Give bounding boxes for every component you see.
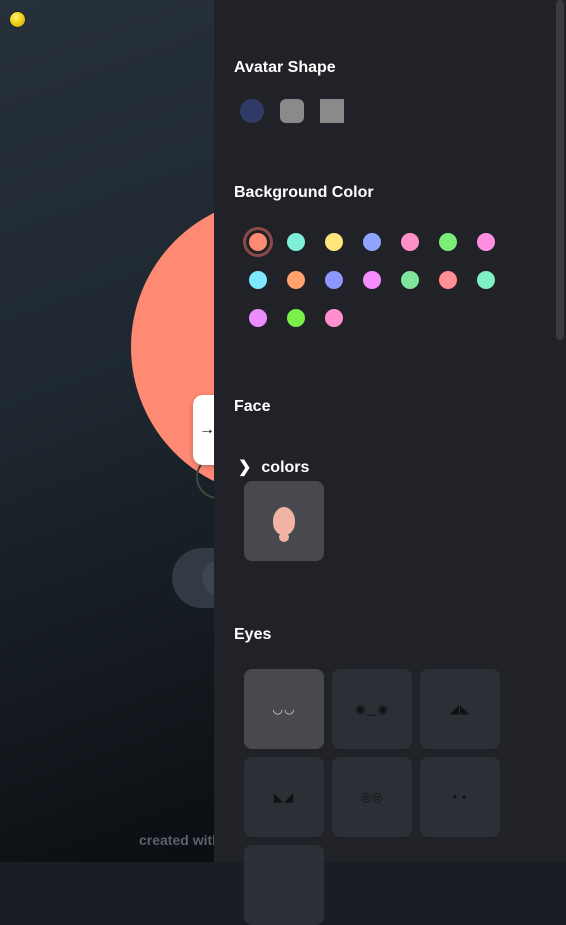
colors-label: colors [261,459,310,476]
color-swatch-11[interactable] [363,271,381,289]
color-swatch-8[interactable] [249,271,267,289]
color-swatch-1[interactable] [249,233,267,251]
eyes-option-tile[interactable]: • • [420,757,500,837]
color-swatch-14[interactable] [477,271,495,289]
color-swatch-4[interactable] [363,233,381,251]
panel-scrollbar[interactable] [556,0,564,340]
color-swatch-10[interactable] [325,271,343,289]
eyes-style-5-icon: ◎◎ [360,790,384,804]
background-color-title: Background Color [234,184,374,201]
eyes-style-4-icon: ◣◢ [273,790,295,804]
color-swatch-3[interactable] [325,233,343,251]
arrow-right-icon: → [199,421,215,438]
eyes-option-tile[interactable]: ◣◢ [244,757,324,837]
eyes-option-tile[interactable]: ◢◣ [420,669,500,749]
avatar-shape-title: Avatar Shape [234,59,336,76]
color-swatch-12[interactable] [401,271,419,289]
settings-panel: Avatar Shape Background Color Face ❯ col… [214,0,566,925]
chevron-right-icon: ❯ [238,459,252,476]
color-swatch-5[interactable] [401,233,419,251]
shape-option-circle[interactable] [240,99,264,123]
color-swatch-6[interactable] [439,233,457,251]
face-title: Face [234,398,271,415]
color-swatch-17[interactable] [325,309,343,327]
face-colors-toggle[interactable]: ❯ colors [238,458,309,478]
color-swatch-9[interactable] [287,271,305,289]
face-icon [273,507,295,542]
eyes-option-tile[interactable] [244,845,324,925]
eyes-option-tile[interactable]: ◉‿◉ [332,669,412,749]
color-swatch-13[interactable] [439,271,457,289]
eyes-style-2-icon: ◉‿◉ [355,702,389,716]
face-option-tile[interactable] [244,481,324,561]
window-control-dot[interactable] [10,12,25,27]
footer-credit: created with [139,832,221,848]
eyes-option-tile[interactable]: ◎◎ [332,757,412,837]
eyes-option-tile[interactable]: ◡◡ [244,669,324,749]
eyes-style-6-icon: • • [452,790,468,804]
color-swatch-2[interactable] [287,233,305,251]
shape-option-rounded[interactable] [280,99,304,123]
shape-option-square[interactable] [320,99,344,123]
color-swatch-15[interactable] [249,309,267,327]
eyes-style-1-icon: ◡◡ [272,702,296,716]
color-swatch-16[interactable] [287,309,305,327]
eyes-title: Eyes [234,626,272,643]
color-swatch-7[interactable] [477,233,495,251]
eyes-style-3-icon: ◢◣ [449,702,471,716]
